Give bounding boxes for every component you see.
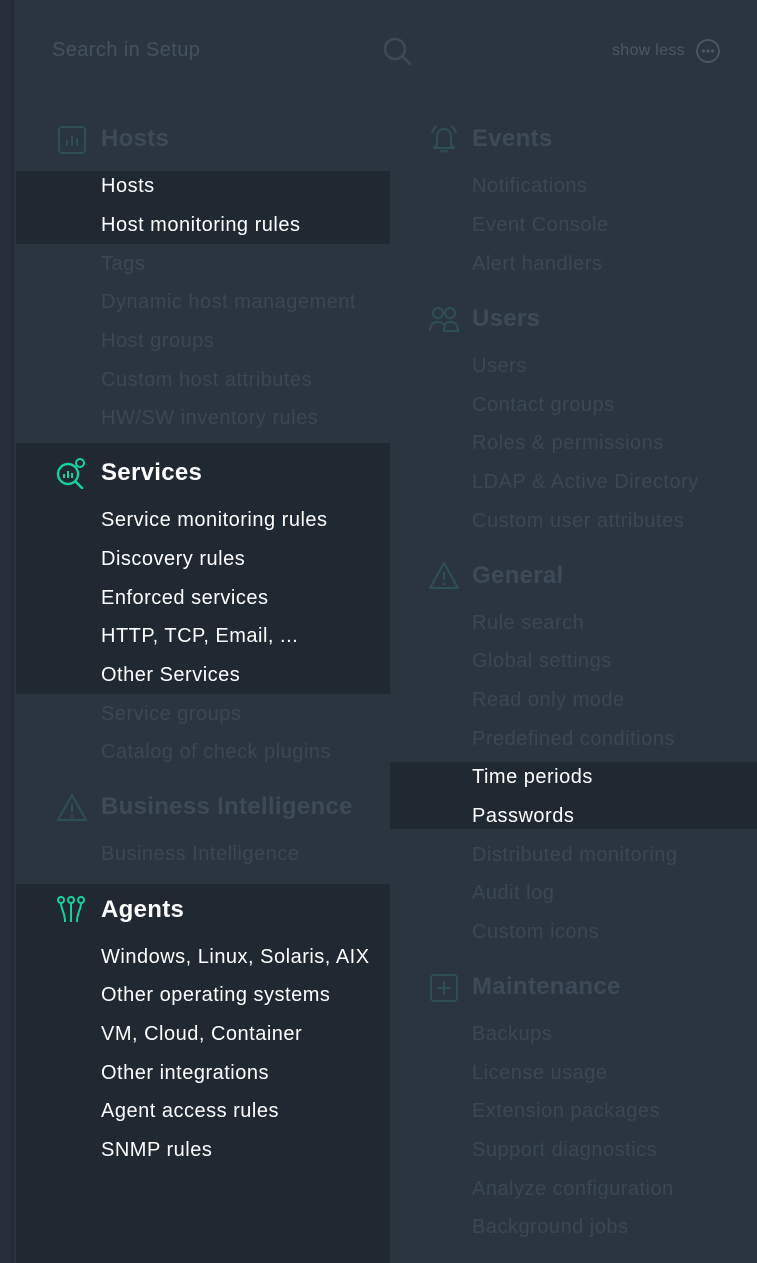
section-bi-header: Business Intelligence	[101, 790, 353, 824]
section-hosts-header: Hosts	[101, 122, 169, 156]
menu-item-audit-log[interactable]: Audit log	[472, 880, 554, 906]
search-icon[interactable]	[382, 36, 412, 66]
left-edge-strip	[0, 0, 14, 1263]
menu-item-contact-groups[interactable]: Contact groups	[472, 392, 615, 418]
menu-item-dynamic-host-management[interactable]: Dynamic host management	[101, 289, 356, 315]
menu-item-custom-host-attributes[interactable]: Custom host attributes	[101, 367, 312, 393]
menu-item-vm-cloud-container[interactable]: VM, Cloud, Container	[101, 1021, 302, 1047]
section-title-agents: Agents	[101, 896, 185, 923]
menu-item-notifications[interactable]: Notifications	[472, 173, 587, 199]
section-services-header: Services	[101, 456, 202, 490]
menu-item-agent-access-rules[interactable]: Agent access rules	[101, 1098, 279, 1124]
menu-item-snmp-rules[interactable]: SNMP rules	[101, 1137, 212, 1163]
menu-item-rule-search[interactable]: Rule search	[472, 610, 584, 636]
menu-item-host-monitoring-rules[interactable]: Host monitoring rules	[101, 212, 300, 238]
menu-item-support-diagnostics[interactable]: Support diagnostics	[472, 1137, 657, 1163]
plus-square-icon	[430, 974, 458, 1002]
section-title-services: Services	[101, 459, 203, 486]
menu-item-catalog-of-check-plugins[interactable]: Catalog of check plugins	[101, 739, 331, 765]
show-less-label: show less	[612, 42, 685, 59]
section-maintenance-header: Maintenance	[472, 970, 621, 1004]
menu-item-license-usage[interactable]: License usage	[472, 1060, 607, 1086]
menu-item-distributed-monitoring[interactable]: Distributed monitoring	[472, 842, 678, 868]
menu-item-event-console[interactable]: Event Console	[472, 212, 609, 238]
menu-item-extension-packages[interactable]: Extension packages	[472, 1098, 660, 1124]
menu-item-tags[interactable]: Tags	[101, 251, 145, 277]
menu-item-predefined-conditions[interactable]: Predefined conditions	[472, 726, 675, 752]
menu-item-roles-permissions[interactable]: Roles & permissions	[472, 430, 664, 456]
section-title-bi: Business Intelligence	[101, 793, 353, 820]
menu-item-service-monitoring-rules[interactable]: Service monitoring rules	[101, 507, 328, 533]
service-search-icon	[56, 458, 85, 489]
section-users-header: Users	[472, 302, 540, 336]
section-title-events: Events	[472, 125, 553, 152]
menu-item-global-settings[interactable]: Global settings	[472, 648, 612, 674]
menu-item-time-periods[interactable]: Time periods	[472, 764, 593, 790]
menu-item-discovery-rules[interactable]: Discovery rules	[101, 546, 245, 572]
agent-antenna-icon	[57, 896, 85, 923]
menu-item-enforced-services[interactable]: Enforced services	[101, 585, 268, 611]
menu-item-hw-sw-inventory-rules[interactable]: HW/SW inventory rules	[101, 405, 318, 431]
warning-triangle-icon	[429, 562, 459, 589]
menu-item-other-services[interactable]: Other Services	[101, 662, 240, 688]
menu-item-other-integrations[interactable]: Other integrations	[101, 1060, 269, 1086]
menu-item-alert-handlers[interactable]: Alert handlers	[472, 251, 602, 277]
menu-item-business-intelligence[interactable]: Business Intelligence	[101, 841, 299, 867]
menu-item-custom-icons[interactable]: Custom icons	[472, 919, 599, 945]
section-title-users: Users	[472, 305, 541, 332]
section-title-general: General	[472, 562, 564, 589]
menu-item-windows-linux-solaris-aix[interactable]: Windows, Linux, Solaris, AIX	[101, 944, 370, 970]
bell-icon	[431, 125, 457, 153]
menu-item-read-only-mode[interactable]: Read only mode	[472, 687, 625, 713]
menu-item-backups[interactable]: Backups	[472, 1021, 552, 1047]
section-title-maintenance: Maintenance	[472, 973, 621, 1000]
menu-item-other-operating-systems[interactable]: Other operating systems	[101, 982, 330, 1008]
bar-chart-icon	[58, 126, 86, 154]
menu-item-host-groups[interactable]: Host groups	[101, 328, 214, 354]
section-agents-header: Agents	[101, 893, 184, 927]
menu-item-http-tcp-email[interactable]: HTTP, TCP, Email, ...	[101, 623, 298, 649]
section-general-header: General	[472, 559, 563, 593]
show-less-toggle[interactable]: show less	[612, 38, 721, 64]
menu-item-hosts[interactable]: Hosts	[101, 173, 155, 199]
menu-item-passwords[interactable]: Passwords	[472, 803, 574, 829]
setup-search	[52, 36, 412, 66]
menu-item-custom-user-attributes[interactable]: Custom user attributes	[472, 508, 684, 534]
menu-item-ldap-active-directory[interactable]: LDAP & Active Directory	[472, 469, 699, 495]
more-horizontal-icon	[696, 39, 720, 63]
menu-item-service-groups[interactable]: Service groups	[101, 701, 241, 727]
search-input[interactable]	[52, 36, 372, 64]
users-icon	[429, 307, 460, 332]
menu-item-analyze-configuration[interactable]: Analyze configuration	[472, 1176, 674, 1202]
section-events-header: Events	[472, 122, 553, 156]
menu-item-background-jobs[interactable]: Background jobs	[472, 1214, 628, 1240]
section-title-hosts: Hosts	[101, 125, 170, 152]
warning-triangle-icon	[57, 794, 87, 821]
menu-item-users[interactable]: Users	[472, 353, 527, 379]
